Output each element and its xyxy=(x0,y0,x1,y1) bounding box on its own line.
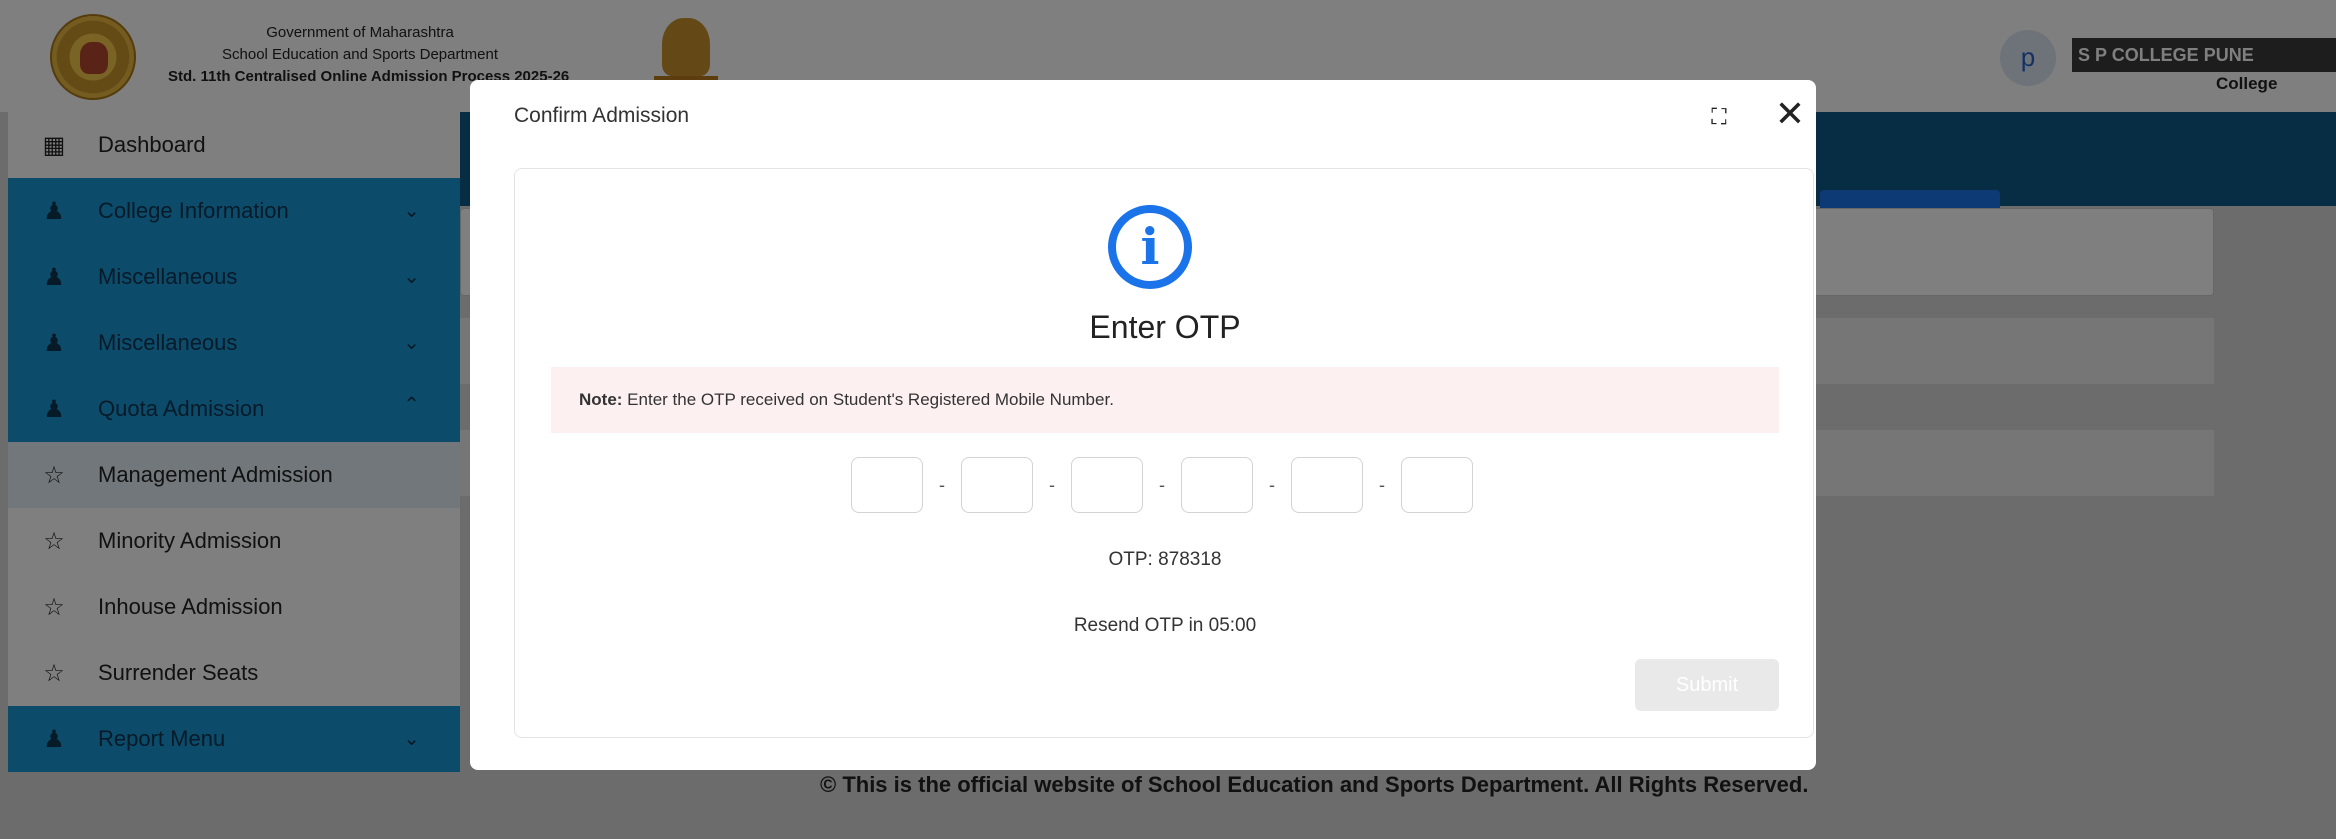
otp-heading: Enter OTP xyxy=(1089,309,1241,345)
submit-button[interactable]: Submit xyxy=(1635,659,1779,711)
otp-digit-6-input[interactable] xyxy=(1401,457,1473,513)
otp-digit-4-input[interactable] xyxy=(1181,457,1253,513)
resend-otp-timer: Resend OTP in 05:00 xyxy=(1073,615,1257,636)
otp-digit-5-input[interactable] xyxy=(1291,457,1363,513)
otp-separator: - xyxy=(1049,474,1055,495)
close-icon[interactable]: ✕ xyxy=(1772,94,1808,134)
otp-separator: - xyxy=(1269,474,1275,495)
otp-value-text: OTP: 878318 xyxy=(1108,549,1222,570)
confirm-admission-modal: Confirm Admission ⛶ ✕ i Enter OTP Note: … xyxy=(470,80,1816,770)
otp-separator: - xyxy=(1379,474,1385,495)
otp-card: i Enter OTP Note: Enter the OTP received… xyxy=(514,168,1814,738)
note-text: Enter the OTP received on Student's Regi… xyxy=(622,390,1114,409)
expand-icon[interactable]: ⛶ xyxy=(1704,104,1734,132)
note-label: Note: xyxy=(579,390,623,409)
otp-separator: - xyxy=(939,474,945,495)
modal-title: Confirm Admission xyxy=(514,104,690,127)
otp-note: Note: Enter the OTP received on Student'… xyxy=(551,367,1779,433)
otp-digit-2-input[interactable] xyxy=(961,457,1033,513)
otp-digit-1-input[interactable] xyxy=(851,457,923,513)
otp-separator: - xyxy=(1159,474,1165,495)
otp-input-group: - - - - - xyxy=(851,457,1473,513)
info-icon: i xyxy=(1108,205,1192,289)
otp-digit-3-input[interactable] xyxy=(1071,457,1143,513)
